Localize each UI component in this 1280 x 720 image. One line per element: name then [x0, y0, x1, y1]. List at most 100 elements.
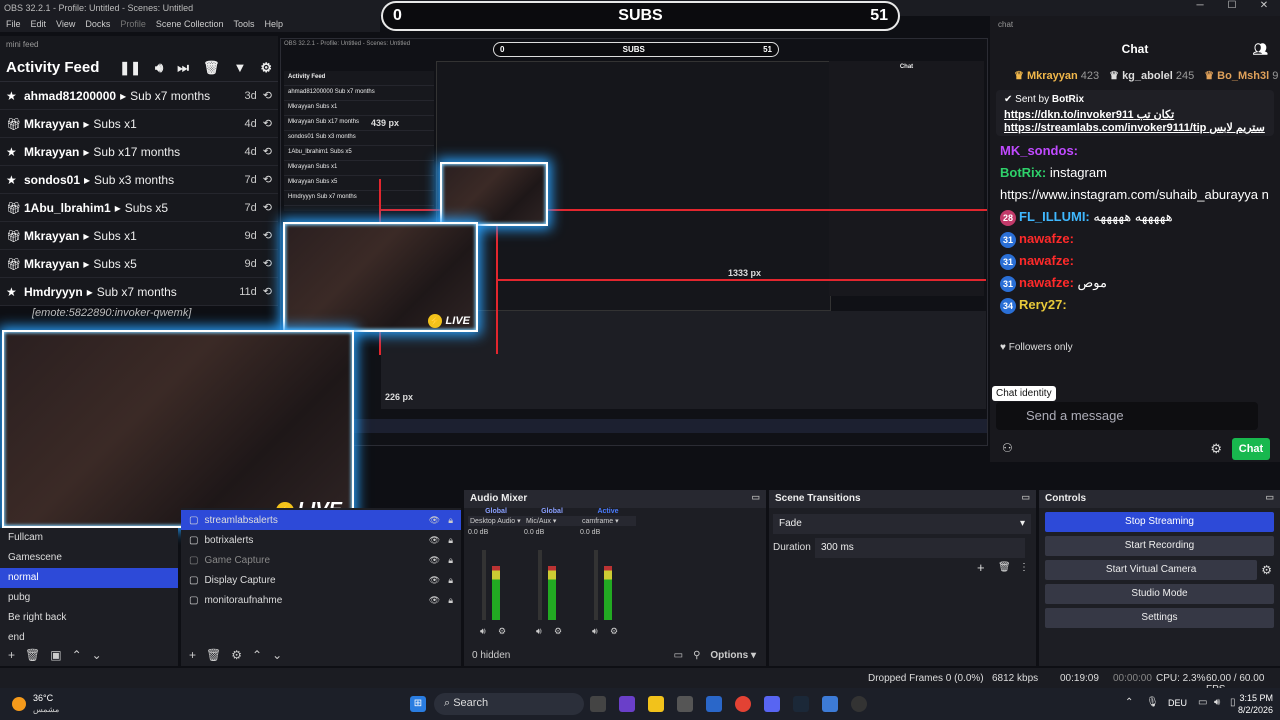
- source-item[interactable]: ▢ streamlabsalerts 👁︎ 🔒︎: [181, 510, 461, 530]
- app-icon[interactable]: [619, 696, 635, 712]
- language-indicator[interactable]: DEU: [1168, 698, 1187, 708]
- users-icon[interactable]: 👥︎: [1253, 42, 1268, 56]
- pinned-message[interactable]: ✔ Sent by BotRix https://dkn.to/invoker9…: [996, 90, 1274, 136]
- eye-icon[interactable]: 👁︎: [429, 535, 440, 546]
- pause-icon[interactable]: ❚❚: [119, 60, 141, 76]
- eye-icon[interactable]: 👁︎: [429, 555, 440, 566]
- menu-edit[interactable]: Edit: [31, 19, 47, 29]
- volume-icon[interactable]: 🔊︎: [1214, 697, 1220, 708]
- filter-icon[interactable]: ▼: [233, 60, 246, 76]
- chat-identity-icon[interactable]: ⚇: [1002, 441, 1013, 455]
- eye-icon[interactable]: 👁︎: [429, 595, 440, 606]
- channel-select[interactable]: camframe ▾: [580, 516, 636, 526]
- start-recording-button[interactable]: Start Recording: [1045, 536, 1274, 556]
- store-icon[interactable]: [677, 696, 693, 712]
- link2-url[interactable]: https://streamlabs.com/invoker9111/tip: [1004, 122, 1206, 134]
- activity-feed-item[interactable]: 🎁︎ 1Abu_lbrahim1 ▸ Subs x5 7d ⟲: [0, 194, 278, 222]
- close-icon[interactable]: ✕: [1248, 0, 1280, 11]
- link-icon[interactable]: ⚲: [693, 650, 700, 661]
- gear-icon[interactable]: ⚙: [260, 60, 272, 76]
- skip-icon[interactable]: ⏭︎: [177, 60, 189, 76]
- replay-icon[interactable]: ⟲: [263, 89, 272, 102]
- source-item[interactable]: ▢ monitoraufnahme 👁︎ 🔒︎: [181, 590, 461, 610]
- pinned-link-1[interactable]: https://dkn.to/invoker911 تكان تب: [1004, 108, 1266, 121]
- menu-tools[interactable]: Tools: [233, 19, 254, 29]
- activity-feed-item[interactable]: 🎁︎ Mkrayyan ▸ Subs x5 9d ⟲: [0, 250, 278, 278]
- activity-feed-item[interactable]: 🎁︎ Mkrayyan ▸ Subs x1 9d ⟲: [0, 222, 278, 250]
- taskbar-search[interactable]: ⌕ Search: [434, 693, 584, 715]
- volume-fader[interactable]: [594, 550, 598, 620]
- add-icon[interactable]: +: [189, 648, 196, 662]
- menu-profile[interactable]: Profile: [120, 19, 146, 29]
- channel-select[interactable]: Mic/Aux ▾: [524, 516, 580, 526]
- maximize-icon[interactable]: ☐: [1216, 0, 1248, 11]
- discord-icon[interactable]: [764, 696, 780, 712]
- chat-username[interactable]: nawafze:: [1019, 253, 1074, 268]
- mic-icon[interactable]: 🎙︎: [1146, 697, 1159, 708]
- add-icon[interactable]: +: [977, 560, 985, 575]
- leaderboard-entry[interactable]: ♛ Bo_Msh3l 9: [1204, 69, 1278, 82]
- chat-username[interactable]: FL_ILLUMI:: [1019, 209, 1090, 224]
- menu-file[interactable]: File: [6, 19, 21, 29]
- activity-feed-item[interactable]: ★ ahmad81200000 ▸ Sub x7 months 3d ⟲: [0, 82, 278, 110]
- pinned-link-2[interactable]: https://streamlabs.com/invoker9111/tip س…: [1004, 121, 1266, 134]
- gear-icon[interactable]: ⚙: [231, 648, 242, 662]
- menu-view[interactable]: View: [56, 19, 75, 29]
- replay-icon[interactable]: ⟲: [263, 229, 272, 242]
- scene-item[interactable]: Be right back: [0, 608, 178, 628]
- scene-item[interactable]: Fullcam: [0, 528, 178, 548]
- lock-icon[interactable]: 🔒︎: [448, 595, 453, 606]
- speaker-icon[interactable]: 🔊︎: [536, 626, 542, 637]
- leaderboard-entry[interactable]: ♛ kg_abolel 245: [1109, 69, 1194, 82]
- down-icon[interactable]: ⌄: [92, 648, 102, 662]
- gear-icon[interactable]: ⚙: [1210, 441, 1222, 457]
- menu-help[interactable]: Help: [264, 19, 283, 29]
- chat-username[interactable]: nawafze:: [1019, 231, 1074, 246]
- chat-username[interactable]: MK_sondos:: [1000, 143, 1078, 158]
- gear-icon[interactable]: ⚙: [1261, 563, 1272, 577]
- chat-username[interactable]: nawafze:: [1019, 275, 1074, 290]
- eye-icon[interactable]: 👁︎: [429, 515, 440, 526]
- chat-username[interactable]: Rery27:: [1019, 297, 1067, 312]
- studio-mode-button[interactable]: Studio Mode: [1045, 584, 1274, 604]
- scene-item[interactable]: Gamescene: [0, 548, 178, 568]
- start-icon[interactable]: ⊞: [410, 696, 426, 712]
- close-icon[interactable]: ▭: [751, 492, 760, 503]
- speaker-icon[interactable]: 🔊︎: [480, 626, 486, 637]
- more-icon[interactable]: ⋮: [1019, 562, 1029, 573]
- activity-feed-item[interactable]: ★ sondos01 ▸ Sub x3 months 7d ⟲: [0, 166, 278, 194]
- stop-streaming-button[interactable]: Stop Streaming: [1045, 512, 1274, 532]
- replay-icon[interactable]: ⟲: [263, 173, 272, 186]
- trash-icon[interactable]: 🗑︎: [206, 648, 221, 662]
- settings-button[interactable]: Settings: [1045, 608, 1274, 628]
- up-icon[interactable]: ⌃: [252, 648, 262, 662]
- scene-item[interactable]: normal: [0, 568, 178, 588]
- leaderboard-entry[interactable]: ♛ Mkrayyan 423: [1014, 69, 1099, 82]
- replay-icon[interactable]: ⟲: [263, 145, 272, 158]
- trash-icon[interactable]: 🗑︎: [998, 562, 1011, 573]
- clock-time[interactable]: 3:15 PM: [1233, 693, 1273, 703]
- source-item[interactable]: ▢ botrixalerts 👁︎ 🔒︎: [181, 530, 461, 550]
- options-button[interactable]: Options ▾: [710, 650, 756, 661]
- duration-input[interactable]: 300 ms: [815, 538, 1025, 558]
- gear-icon[interactable]: ⚙: [498, 626, 506, 637]
- down-icon[interactable]: ⌄: [272, 648, 282, 662]
- menu-scene-collection[interactable]: Scene Collection: [156, 19, 224, 29]
- minimize-icon[interactable]: ─: [1184, 0, 1216, 11]
- replay-icon[interactable]: ⟲: [263, 201, 272, 214]
- mail-icon[interactable]: [706, 696, 722, 712]
- steam-icon[interactable]: [793, 696, 809, 712]
- filter-icon[interactable]: ▣: [50, 648, 61, 662]
- close-icon[interactable]: ▭: [1021, 492, 1030, 503]
- speaker-icon[interactable]: 🔊︎: [592, 626, 598, 637]
- chat-send-button[interactable]: Chat: [1232, 438, 1270, 460]
- network-icon[interactable]: ▭: [1198, 697, 1207, 708]
- transition-select[interactable]: Fade ▾: [773, 514, 1031, 534]
- gear-icon[interactable]: ⚙: [554, 626, 562, 637]
- trash-icon[interactable]: 🗑︎: [25, 648, 40, 662]
- lock-icon[interactable]: 🔒︎: [448, 515, 453, 526]
- volume-icon[interactable]: 🔊︎: [155, 60, 163, 76]
- lock-icon[interactable]: 🔒︎: [448, 535, 453, 546]
- tray-chevron-icon[interactable]: ⌃: [1125, 697, 1133, 708]
- add-icon[interactable]: +: [8, 648, 15, 662]
